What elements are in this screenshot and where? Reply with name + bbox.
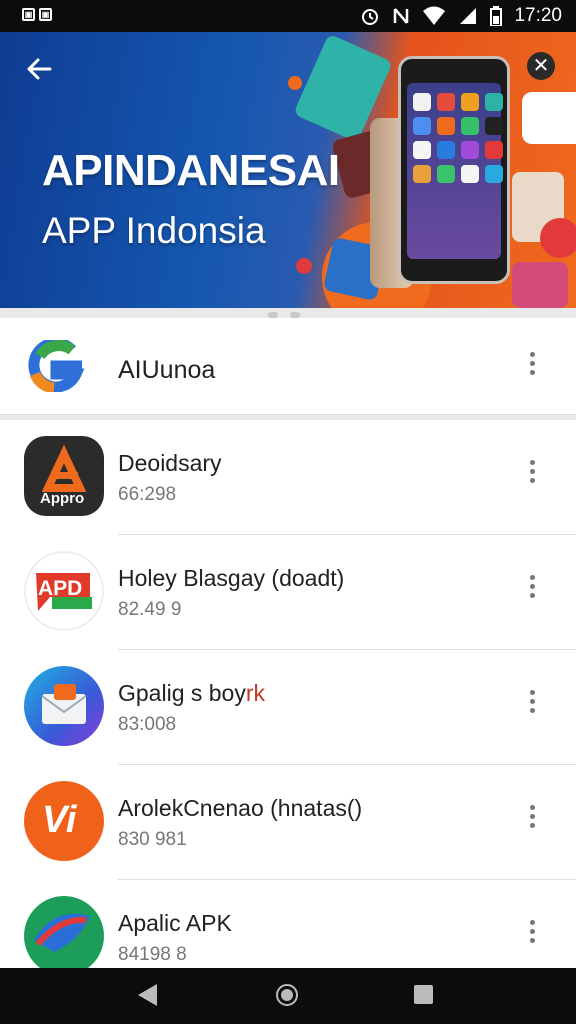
app-size: 82.49 9 xyxy=(118,599,182,620)
status-bar: ▣ ▣ 17:20 xyxy=(0,0,576,32)
app-name: Apalic APK xyxy=(118,910,232,936)
more-options-icon[interactable] xyxy=(520,916,544,956)
app-size: 66:298 xyxy=(118,484,177,505)
list-item[interactable]: Appro Deoidsary 66:298 xyxy=(0,420,576,535)
banner-title: APINDANESAI xyxy=(42,146,340,195)
app-size: 83:008 xyxy=(118,714,177,735)
wifi-icon xyxy=(423,6,446,25)
app-name: Deoidsary xyxy=(118,450,222,476)
app-list: Appro Deoidsary 66:298 APD Holey Blasgay… xyxy=(0,420,576,968)
v-logo-icon: Vi xyxy=(24,781,104,861)
app-size: 84198 8 xyxy=(118,944,187,965)
more-options-icon[interactable] xyxy=(520,348,544,388)
mail-icon xyxy=(24,666,104,746)
app-name: Gpalig s boyrk xyxy=(118,680,266,706)
app-name: Holey Blasgay (doadt) xyxy=(118,565,345,591)
close-icon[interactable]: ✕ xyxy=(527,52,555,80)
battery-icon xyxy=(490,6,503,26)
g-logo-icon xyxy=(28,340,85,392)
more-options-icon[interactable] xyxy=(520,571,544,611)
more-options-icon[interactable] xyxy=(520,686,544,726)
signal-icon xyxy=(460,8,477,24)
more-options-icon[interactable] xyxy=(520,456,544,496)
list-item[interactable]: Gpalig s boyrk 83:008 xyxy=(0,650,576,765)
fish-logo-icon xyxy=(24,896,104,968)
carousel-dot[interactable] xyxy=(290,312,300,318)
nav-back-icon[interactable] xyxy=(138,984,157,1006)
clock-time: 17:20 xyxy=(514,5,562,26)
carousel-dot[interactable] xyxy=(268,312,278,318)
decor-dot xyxy=(292,254,316,278)
phone-image xyxy=(398,56,510,284)
list-item[interactable]: Vi ArolekCnenao (hnatas() 830 981 xyxy=(0,765,576,880)
back-arrow-icon[interactable] xyxy=(24,54,56,86)
more-options-icon[interactable] xyxy=(520,801,544,841)
list-item[interactable]: APD Holey Blasgay (doadt) 82.49 9 xyxy=(0,535,576,650)
nav-home-icon[interactable] xyxy=(276,984,298,1006)
alarm-icon xyxy=(362,9,379,25)
notification-box-icon: ▣ xyxy=(22,8,35,21)
featured-app-name: AIUunoa xyxy=(118,356,216,384)
list-item[interactable]: Apalic APK 84198 8 xyxy=(0,880,576,968)
nav-recents-icon[interactable] xyxy=(414,985,433,1004)
featured-app-row[interactable]: AIUunoa xyxy=(0,312,576,415)
portrait-card-image xyxy=(512,262,568,308)
app-name: ArolekCnenao (hnatas() xyxy=(118,795,363,821)
app-icon-label: APD xyxy=(38,577,83,600)
banner-subtitle: APP Indonsia xyxy=(42,210,266,251)
app-icon-label: Vi xyxy=(42,799,77,841)
decor-circle xyxy=(540,218,576,258)
promo-banner[interactable]: ✕ APINDANESAI APP Indonsia xyxy=(0,32,576,308)
app-size: 830 981 xyxy=(118,829,187,850)
app-icon-label: Appro xyxy=(40,490,85,507)
decor-dot xyxy=(288,76,302,90)
notification-box-icon: ▣ xyxy=(39,8,52,21)
navigation-bar xyxy=(0,968,576,1024)
appro-logo-icon: Appro xyxy=(24,436,104,516)
nfc-icon xyxy=(394,8,409,24)
carousel-dots xyxy=(268,312,300,318)
chat-card-image xyxy=(522,92,576,144)
apd-logo-icon: APD xyxy=(24,551,104,631)
